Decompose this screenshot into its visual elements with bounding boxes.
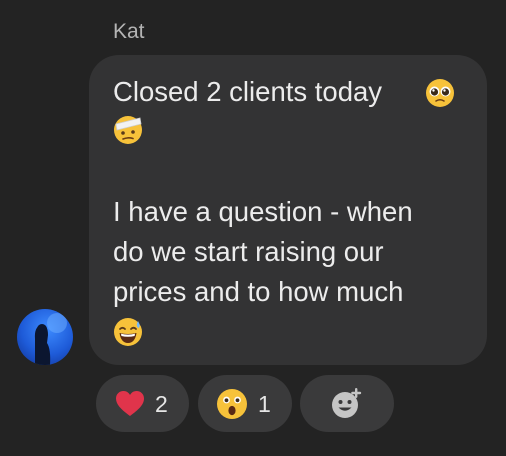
message-line: prices and to how much: [113, 276, 404, 307]
message-line: do we start raising our: [113, 236, 384, 267]
reaction-astonished[interactable]: 1: [198, 375, 292, 432]
reaction-count: 2: [155, 391, 168, 417]
message-line: Closed 2 clients today: [113, 76, 383, 107]
message-line: I have a question - when: [113, 196, 413, 227]
red-heart-icon: [116, 391, 144, 416]
sender-name: Kat: [113, 20, 145, 43]
grinning-sweat-emoji: [114, 318, 142, 346]
avatar[interactable]: [17, 309, 73, 365]
reaction-count: 1: [258, 391, 271, 417]
astonished-face-icon: [217, 389, 247, 419]
add-reaction-icon: [332, 388, 362, 418]
pleading-face-emoji: [426, 79, 454, 107]
reaction-heart[interactable]: 2: [96, 375, 189, 432]
add-reaction-button[interactable]: [300, 375, 394, 432]
message-bubble[interactable]: Closed 2 clients today I have a question…: [89, 55, 487, 365]
avatar-image: [34, 313, 67, 365]
face-with-head-bandage-emoji: [114, 116, 142, 144]
